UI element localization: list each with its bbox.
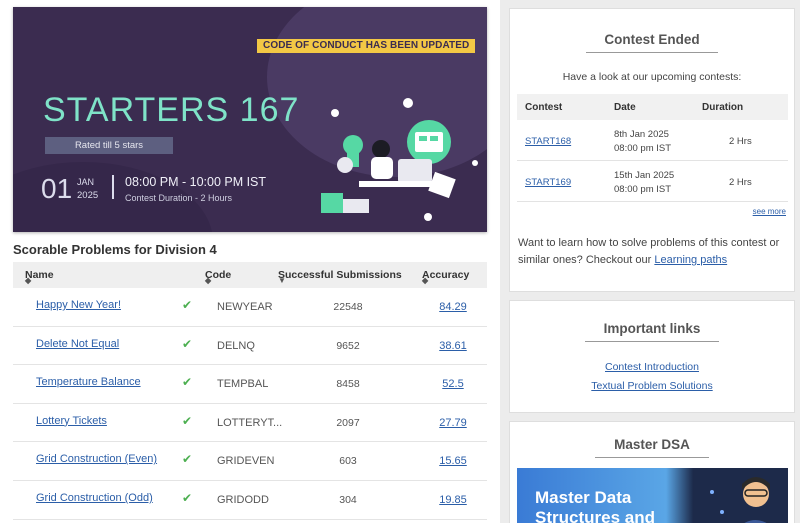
see-more-link[interactable]: see more <box>753 207 786 216</box>
coder-illustration-icon <box>321 98 478 221</box>
contest-column-header: Contest <box>525 102 563 113</box>
contest-date: 8th Jan 2025 08:00 pm IST <box>614 129 672 154</box>
table-row: START169 15th Jan 2025 08:00 pm IST 2 Hrs <box>517 161 788 202</box>
accuracy-link[interactable]: 38.61 <box>423 340 483 352</box>
learning-paths-text: Want to learn how to solve problems of t… <box>518 237 780 266</box>
problem-name-link[interactable]: Grid Construction (Odd) <box>36 492 153 504</box>
master-dsa-card: Master DSA Master Data Structures and <box>509 421 795 523</box>
title-divider <box>585 341 719 342</box>
problem-name-link[interactable]: Temperature Balance <box>36 376 141 388</box>
successful-submissions: 603 <box>339 455 357 468</box>
submissions-column-header[interactable]: ▼ Successful Submissions <box>278 269 402 285</box>
successful-submissions: 22548 <box>333 301 363 313</box>
left-column: CODE OF CONDUCT HAS BEEN UPDATED STARTER… <box>0 0 500 523</box>
learning-paths-link[interactable]: Learning paths <box>654 254 727 266</box>
accuracy-link[interactable]: 84.29 <box>423 301 483 313</box>
solved-check-icon: ✔ <box>182 490 193 505</box>
contest-year: 2025 <box>77 190 99 201</box>
problem-code: LOTTERYT... <box>217 416 283 429</box>
date-separator <box>112 175 114 199</box>
code-column-header[interactable]: ◆ Code <box>205 269 231 285</box>
rated-badge: Rated till 5 stars <box>45 137 173 154</box>
title-divider <box>586 52 718 53</box>
contest-date: 15th Jan 2025 08:00 pm IST <box>614 170 675 195</box>
problems-section-title: Scorable Problems for Division 4 <box>13 242 217 257</box>
solved-check-icon: ✔ <box>182 413 193 428</box>
solved-check-icon: ✔ <box>182 336 193 351</box>
solved-check-icon: ✔ <box>182 298 193 312</box>
successful-submissions: 304 <box>339 493 357 506</box>
contest-time: 08:00 PM - 10:00 PM IST <box>125 175 267 189</box>
problem-name-link[interactable]: Lottery Tickets <box>36 415 107 427</box>
table-row: Temperature Balance ✔ TEMPBAL 8458 52.5 <box>13 365 487 404</box>
problems-table-header: ◆ Name ◆ Code ▼ Successful Submissions ◆ Acc… <box>13 262 487 288</box>
contest-title: STARTERS 167 <box>43 91 300 129</box>
contest-day: 01 <box>41 173 73 204</box>
contest-duration: 2 Hrs <box>729 136 752 147</box>
problem-code: TEMPBAL <box>217 378 269 391</box>
problem-code: NEWYEAR <box>217 301 273 313</box>
table-row: Happy New Year! ✔ NEWYEAR 22548 84.29 <box>13 288 487 327</box>
upcoming-contests-text: Have a look at our upcoming contests: <box>562 71 742 83</box>
problem-code: DELNQ <box>217 339 255 352</box>
date-column-header: Date <box>614 102 636 113</box>
accuracy-link[interactable]: 15.65 <box>423 455 483 467</box>
contest-duration: Contest Duration - 2 Hours <box>125 193 233 203</box>
contest-ended-title: Contest Ended <box>604 32 700 47</box>
master-dsa-banner[interactable]: Master Data Structures and <box>517 468 788 523</box>
solved-check-icon: ✔ <box>182 452 193 467</box>
sort-icon: ◆ <box>205 276 212 285</box>
contest-ended-card: Contest Ended Have a look at our upcomin… <box>509 8 795 292</box>
upcoming-contests-table: Contest Date Duration START168 8th Jan 2… <box>517 94 788 202</box>
problem-name-link[interactable]: Delete Not Equal <box>36 338 119 350</box>
problem-name-link[interactable]: Happy New Year! <box>36 299 121 311</box>
problem-code: GRIDEVEN <box>217 455 275 468</box>
duration-column-header: Duration <box>702 102 744 113</box>
contest-month: JAN <box>77 177 95 187</box>
problems-table: ◆ Name ◆ Code ▼ Successful Submissions ◆ Acc… <box>13 262 487 520</box>
important-links-card: Important links Contest Introduction Tex… <box>509 300 795 413</box>
person-illustration-icon <box>710 477 770 523</box>
table-row: Grid Construction (Odd) ✔ GRIDODD 304 19… <box>13 481 487 520</box>
table-row: START168 8th Jan 2025 08:00 pm IST 2 Hrs <box>517 120 788 161</box>
solved-check-icon: ✔ <box>182 375 193 390</box>
important-links-title: Important links <box>603 321 701 336</box>
accuracy-link[interactable]: 52.5 <box>423 378 483 390</box>
contest-link[interactable]: START169 <box>525 177 571 188</box>
upcoming-table-header: Contest Date Duration <box>517 94 788 120</box>
sort-icon: ◆ <box>422 276 429 285</box>
table-row: Lottery Tickets ✔ LOTTERYT... 2097 27.79 <box>13 404 487 443</box>
table-row: Delete Not Equal ✔ DELNQ 9652 38.61 <box>13 327 487 366</box>
master-dsa-banner-text: Master Data Structures and <box>535 488 655 523</box>
problem-name-link[interactable]: Grid Construction (Even) <box>36 453 157 465</box>
problem-code: GRIDODD <box>217 493 269 506</box>
contest-link[interactable]: START168 <box>525 136 571 147</box>
master-dsa-title: Master DSA <box>614 437 690 452</box>
contest-duration: 2 Hrs <box>729 177 752 188</box>
sort-icon: ◆ <box>25 276 32 285</box>
accuracy-link[interactable]: 27.79 <box>423 417 483 429</box>
successful-submissions: 2097 <box>336 416 360 429</box>
textual-solutions-link[interactable]: Textual Problem Solutions <box>510 380 794 392</box>
sort-desc-icon: ▼ <box>278 276 286 285</box>
name-column-header[interactable]: ◆ Name <box>25 269 54 285</box>
code-of-conduct-notice[interactable]: CODE OF CONDUCT HAS BEEN UPDATED <box>257 39 476 53</box>
accuracy-column-header[interactable]: ◆ Accuracy <box>422 269 469 285</box>
title-divider <box>595 457 709 458</box>
table-row: Grid Construction (Even) ✔ GRIDEVEN 603 … <box>13 442 487 481</box>
accuracy-link[interactable]: 19.85 <box>423 494 483 506</box>
contest-banner: CODE OF CONDUCT HAS BEEN UPDATED STARTER… <box>13 7 487 232</box>
contest-introduction-link[interactable]: Contest Introduction <box>510 361 794 373</box>
successful-submissions: 9652 <box>336 339 360 352</box>
successful-submissions: 8458 <box>336 378 360 391</box>
